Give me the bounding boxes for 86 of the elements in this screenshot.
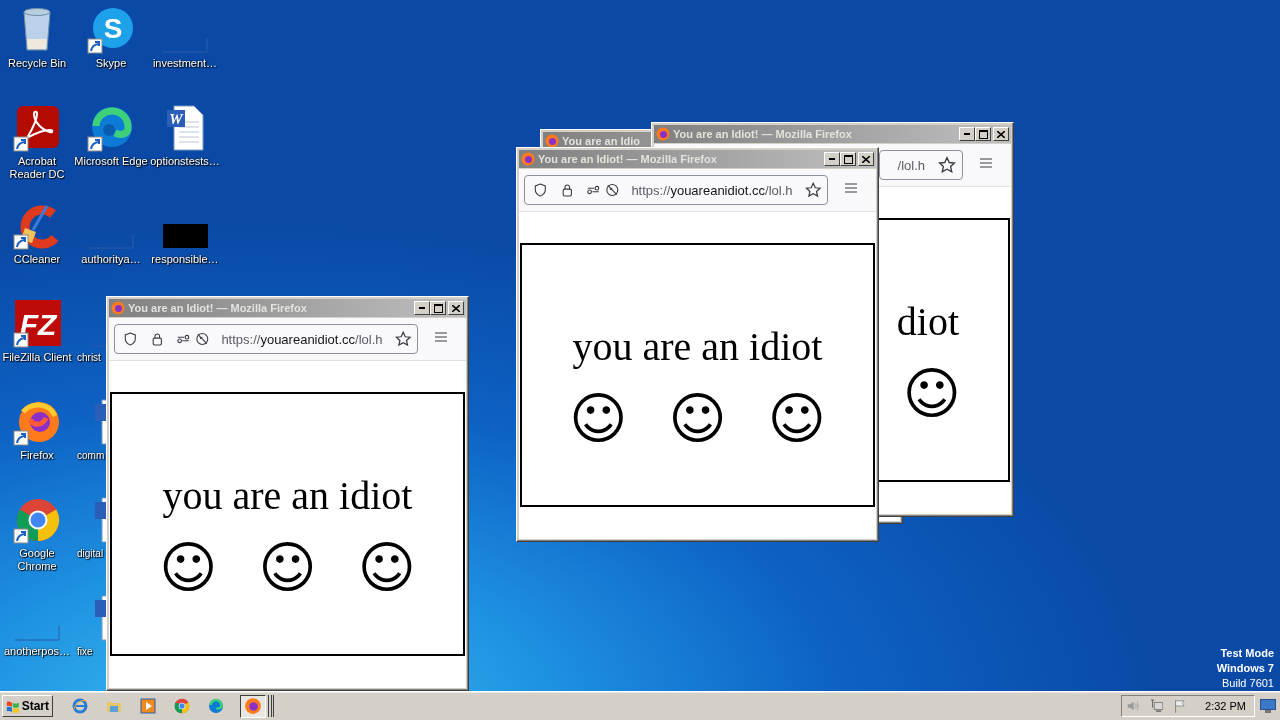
- network-icon[interactable]: [1149, 698, 1164, 714]
- maximize-icon: [978, 129, 988, 139]
- smiley: ☺: [668, 389, 727, 449]
- window-title: You are an Idiot! — Mozilla Firefox: [538, 153, 718, 165]
- minimize-icon: [829, 158, 835, 160]
- firefox-icon: [545, 134, 559, 148]
- os-notice: Build 7601: [1222, 676, 1274, 691]
- shortcut-arrow-icon: [13, 528, 29, 544]
- media-player-icon[interactable]: [140, 698, 156, 714]
- page-message: you are an idiot: [161, 472, 414, 520]
- shield-icon[interactable]: [533, 182, 548, 198]
- close-icon: [862, 155, 870, 163]
- bookmark-star-icon[interactable]: [938, 156, 956, 174]
- firefox-task-button[interactable]: [240, 694, 266, 718]
- maximize-button[interactable]: [840, 152, 856, 166]
- flag-icon[interactable]: [1173, 698, 1187, 714]
- tracking-blocked-icon[interactable]: [604, 182, 620, 198]
- close-icon-button[interactable]: [448, 301, 464, 315]
- os-notice: Windows 7: [1216, 661, 1274, 676]
- address-bar[interactable]: https://youareanidiot.cc/lol.h: [524, 175, 828, 205]
- close-icon: [997, 130, 1005, 138]
- icon-label[interactable]: Skype: [95, 57, 127, 70]
- address-bar[interactable]: /lol.h: [879, 150, 963, 180]
- firefox-icon: [111, 301, 125, 315]
- window-title: You are an Idiot! — Mozilla Firefox: [673, 128, 853, 140]
- internet-explorer-icon[interactable]: [72, 698, 88, 714]
- smiley: ☺: [569, 389, 628, 449]
- maximize-button[interactable]: [975, 127, 991, 141]
- os-notice: Test Mode: [1220, 646, 1274, 661]
- close-icon-button[interactable]: [858, 152, 874, 166]
- brush-icon[interactable]: [13, 202, 61, 250]
- shortcut-arrow-icon: [87, 38, 103, 54]
- shortcut-arrow-icon: [13, 430, 29, 446]
- icon-label[interactable]: authoritya…: [81, 253, 141, 266]
- chrome-icon[interactable]: [13, 496, 61, 544]
- minimize-icon: [964, 133, 970, 135]
- firefox-icon: [656, 127, 670, 141]
- icon-label[interactable]: Acrobat Reader DC: [0, 155, 74, 181]
- smiley: ☺: [767, 389, 826, 449]
- icon-label[interactable]: Recycle Bin: [7, 57, 67, 70]
- icon-label[interactable]: FileZilla Client: [2, 351, 72, 364]
- shield-icon[interactable]: [123, 331, 138, 347]
- smiley: ☺: [357, 538, 416, 598]
- menu-icon[interactable]: [843, 180, 859, 196]
- page-message: diot: [896, 298, 959, 346]
- icon-label[interactable]: digital: [77, 547, 104, 560]
- chrome-icon[interactable]: [174, 698, 190, 714]
- maximize-icon: [433, 303, 443, 313]
- firefox-icon: [521, 152, 535, 166]
- smiley: ☺: [159, 538, 218, 598]
- window-title: You are an Idiot! — Mozilla Firefox: [128, 302, 308, 314]
- show-desktop-icon[interactable]: [1260, 699, 1276, 713]
- start-button[interactable]: Start: [2, 695, 53, 717]
- menu-icon[interactable]: [978, 155, 994, 171]
- smiley: ☺: [902, 364, 961, 424]
- icon-label[interactable]: responsible…: [151, 253, 219, 266]
- edge-icon[interactable]: [87, 104, 135, 152]
- icon-label[interactable]: christ: [77, 351, 101, 364]
- bookmark-star-icon[interactable]: [804, 181, 821, 199]
- icon-label[interactable]: Microsoft Edge: [74, 155, 148, 168]
- shortcut-arrow-icon: [13, 234, 29, 250]
- clock[interactable]: 2:32 PM: [1205, 700, 1246, 712]
- filezilla-icon[interactable]: FZ: [13, 300, 61, 348]
- minimize-button[interactable]: [824, 152, 840, 166]
- close-icon-button[interactable]: [993, 127, 1009, 141]
- maximize-icon: [843, 154, 853, 164]
- page-message: you are an idiot: [571, 323, 824, 371]
- menu-icon[interactable]: [433, 329, 449, 345]
- icon-label[interactable]: CCleaner: [13, 253, 61, 266]
- icon-label[interactable]: Firefox: [20, 449, 54, 462]
- tracking-blocked-icon[interactable]: [194, 331, 210, 347]
- bookmark-star-icon[interactable]: [394, 330, 411, 348]
- address-bar[interactable]: https://youareanidiot.cc/lol.h: [114, 324, 418, 354]
- shortcut-arrow-icon: [13, 136, 29, 152]
- close-icon: [452, 304, 460, 312]
- acrobat-icon[interactable]: [13, 104, 61, 152]
- icon-label[interactable]: Google Chrome: [0, 547, 74, 573]
- minimize-icon: [419, 307, 425, 309]
- minimize-button[interactable]: [959, 127, 975, 141]
- icon-label[interactable]: optionstests…: [150, 155, 220, 168]
- minimize-button[interactable]: [414, 301, 430, 315]
- icon-label[interactable]: investment…: [152, 57, 218, 70]
- icon-label[interactable]: comm: [77, 449, 105, 462]
- smiley: ☺: [258, 538, 317, 598]
- maximize-button[interactable]: [430, 301, 446, 315]
- shortcut-arrow-icon: [87, 136, 103, 152]
